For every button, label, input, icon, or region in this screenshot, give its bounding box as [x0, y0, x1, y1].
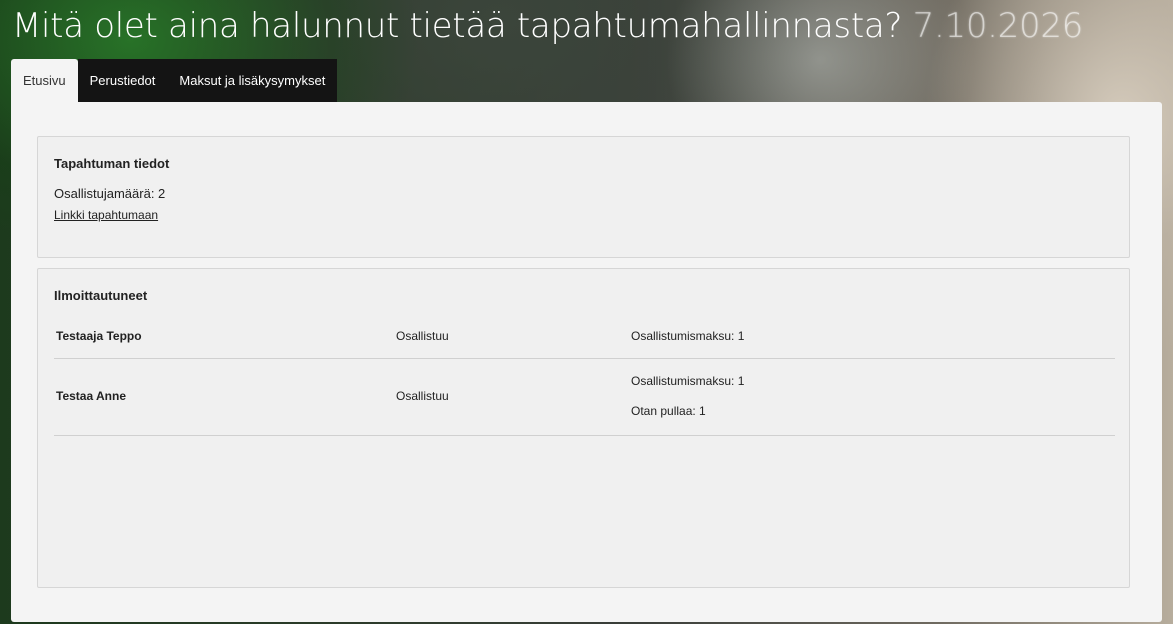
page-title: Mitä olet aina halunnut tietää tapahtuma…	[12, 4, 1083, 48]
registrant-status: Osallistuu	[396, 329, 449, 343]
main-panel: Tapahtuman tiedot Osallistujamäärä: 2 Li…	[11, 102, 1162, 622]
event-date: 7.10.2026	[912, 6, 1084, 46]
tab-maksut-ja-lisakysymykset[interactable]: Maksut ja lisäkysymykset	[167, 59, 338, 102]
registrant-detail: Osallistumismaksu: 1	[631, 329, 745, 343]
registrants-card: Ilmoittautuneet Testaaja Teppo Osallistu…	[37, 268, 1130, 588]
tab-etusivu[interactable]: Etusivu	[11, 59, 78, 102]
registrant-detail: Otan pullaa: 1	[631, 404, 706, 418]
registrants-title: Ilmoittautuneet	[54, 288, 148, 303]
event-link[interactable]: Linkki tapahtumaan	[54, 208, 158, 222]
tab-bar: Etusivu Perustiedot Maksut ja lisäkysymy…	[11, 59, 338, 102]
tab-perustiedot[interactable]: Perustiedot	[77, 59, 168, 102]
event-title: Mitä olet aina halunnut tietää tapahtuma…	[12, 6, 903, 46]
registrant-name: Testaaja Teppo	[56, 329, 142, 343]
participant-count: Osallistujamäärä: 2	[54, 186, 166, 201]
event-info-card: Tapahtuman tiedot Osallistujamäärä: 2 Li…	[37, 136, 1130, 258]
registrant-name: Testaa Anne	[56, 389, 127, 403]
table-row: Testaa Anne Osallistuu Osallistumismaksu…	[54, 359, 1115, 436]
registrant-status: Osallistuu	[396, 389, 449, 403]
event-info-title: Tapahtuman tiedot	[54, 156, 170, 171]
table-row: Testaaja Teppo Osallistuu Osallistumisma…	[54, 320, 1115, 359]
registrant-detail: Osallistumismaksu: 1	[631, 374, 745, 388]
tab-group: Perustiedot Maksut ja lisäkysymykset	[77, 59, 338, 102]
